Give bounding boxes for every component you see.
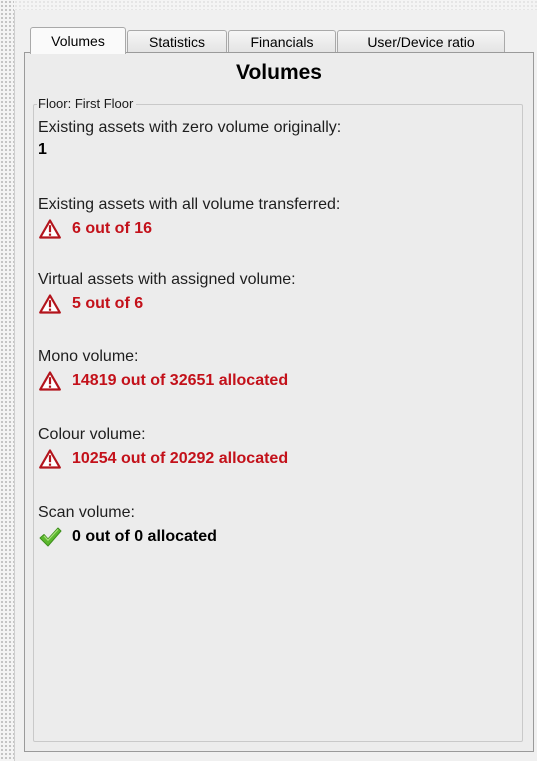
zero-volume-assets-item: Existing assets with zero volume origina… (38, 118, 508, 161)
tab-volumes[interactable]: Volumes (30, 27, 126, 54)
warning-triangle-icon (38, 293, 62, 315)
left-splitter-handle[interactable] (0, 0, 15, 761)
warning-triangle-icon (38, 448, 62, 470)
tab-statistics[interactable]: Statistics (127, 30, 227, 53)
item-label: Colour volume: (38, 426, 146, 443)
item-value: 6 out of 16 (38, 218, 508, 240)
item-value: 1 (38, 139, 508, 161)
item-label: Virtual assets with assigned volume: (38, 271, 296, 288)
floor-group-legend: Floor: First Floor (37, 96, 137, 111)
colour-volume-item: Colour volume: 10254 out of 20292 alloca… (38, 425, 508, 470)
transferred-assets-item: Existing assets with all volume transfer… (38, 195, 508, 240)
item-value: 10254 out of 20292 allocated (38, 448, 508, 470)
item-label: Scan volume: (38, 504, 135, 521)
item-value-text: 5 out of 6 (72, 295, 144, 312)
tab-user-device-ratio[interactable]: User/Device ratio (337, 30, 505, 53)
tab-bar: Volumes Statistics Financials User/Devic… (30, 26, 506, 54)
item-label: Mono volume: (38, 348, 139, 365)
item-value-text: 6 out of 16 (72, 220, 153, 237)
item-value: 5 out of 6 (38, 293, 508, 315)
virtual-assets-item: Virtual assets with assigned volume: 5 o… (38, 270, 508, 315)
top-splitter-handle[interactable] (14, 0, 537, 10)
volumes-panel: Volumes Floor: First Floor Existing asse… (24, 52, 534, 752)
item-value-text: 14819 out of 32651 allocated (72, 372, 289, 389)
green-checkmark-icon (38, 526, 62, 548)
item-value-text: 0 out of 0 allocated (72, 528, 217, 545)
tab-financials[interactable]: Financials (228, 30, 336, 53)
item-label: Existing assets with all volume transfer… (38, 196, 341, 213)
warning-triangle-icon (38, 218, 62, 240)
item-value-text: 1 (38, 141, 47, 158)
scan-volume-item: Scan volume: 0 out of 0 allocated (38, 503, 508, 548)
panel-title: Volumes (236, 61, 322, 84)
mono-volume-item: Mono volume: 14819 out of 32651 allocate… (38, 347, 508, 392)
item-value: 14819 out of 32651 allocated (38, 370, 508, 392)
warning-triangle-icon (38, 370, 62, 392)
volumes-window: Volumes Statistics Financials User/Devic… (0, 0, 537, 761)
item-value-text: 10254 out of 20292 allocated (72, 450, 289, 467)
item-label: Existing assets with zero volume origina… (38, 119, 342, 136)
floor-group-box: Floor: First Floor Existing assets with … (33, 96, 523, 742)
item-value: 0 out of 0 allocated (38, 526, 508, 548)
